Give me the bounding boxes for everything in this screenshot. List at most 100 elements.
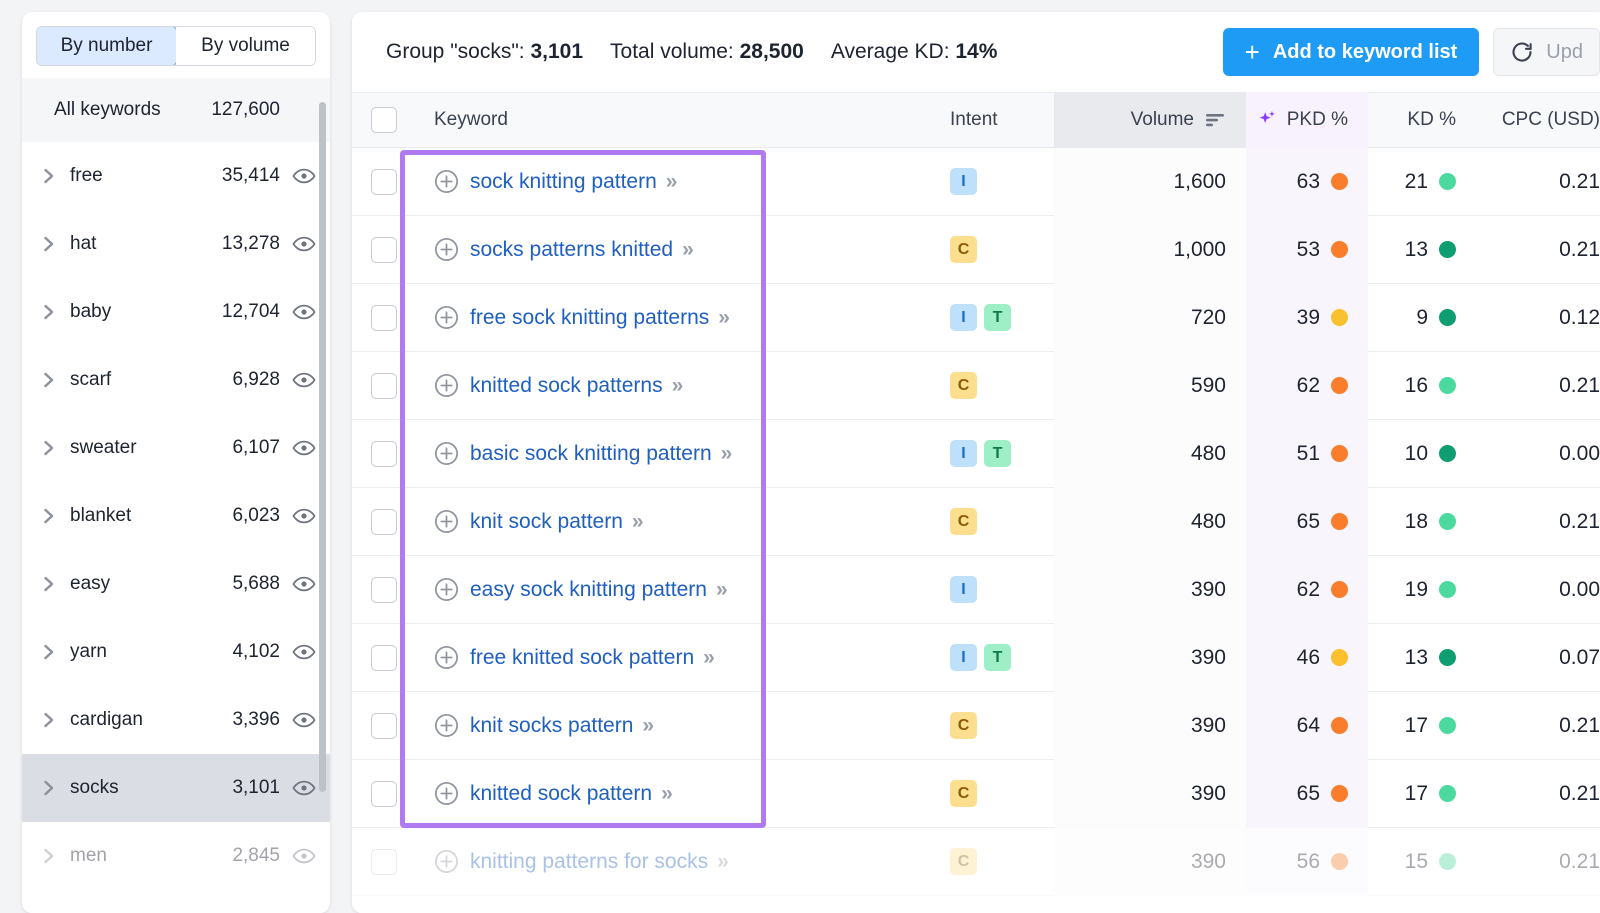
toggle-by-volume[interactable]: By volume <box>176 27 315 65</box>
row-checkbox[interactable] <box>371 576 397 603</box>
sidebar-item-baby[interactable]: baby 12,704 <box>22 278 330 346</box>
add-keyword-icon[interactable] <box>434 237 459 262</box>
sidebar-item-all-keywords[interactable]: All keywords 127,600 <box>22 78 330 142</box>
expand-keyword-icon[interactable]: » <box>721 442 733 466</box>
chevron-right-icon[interactable] <box>38 642 60 662</box>
keyword-link[interactable]: knit sock pattern <box>470 510 623 534</box>
add-keyword-icon[interactable] <box>434 169 459 194</box>
add-keyword-icon[interactable] <box>434 373 459 398</box>
intent-badge-c[interactable]: C <box>950 712 977 739</box>
toggle-by-number[interactable]: By number <box>37 27 177 65</box>
sidebar-item-sweater[interactable]: sweater 6,107 <box>22 414 330 482</box>
sidebar-item-free[interactable]: free 35,414 <box>22 142 330 210</box>
row-checkbox[interactable] <box>371 644 397 671</box>
table-row[interactable]: sock knitting pattern » I 1,600 63 21 0.21 <box>352 147 1600 216</box>
chevron-right-icon[interactable] <box>38 370 60 390</box>
row-checkbox[interactable] <box>371 780 397 807</box>
header-keyword[interactable]: Keyword <box>416 109 936 131</box>
add-keyword-icon[interactable] <box>434 713 459 738</box>
chevron-right-icon[interactable] <box>38 302 60 322</box>
intent-badge-t[interactable]: T <box>984 440 1011 467</box>
keyword-link[interactable]: free sock knitting patterns <box>470 306 709 330</box>
expand-keyword-icon[interactable]: » <box>718 306 730 330</box>
expand-keyword-icon[interactable]: » <box>632 510 644 534</box>
eye-icon[interactable] <box>292 167 316 185</box>
chevron-right-icon[interactable] <box>38 438 60 458</box>
keyword-link[interactable]: knitted sock patterns <box>470 374 663 398</box>
expand-keyword-icon[interactable]: » <box>666 170 678 194</box>
row-checkbox[interactable] <box>371 712 397 739</box>
keyword-link[interactable]: easy sock knitting pattern <box>470 578 707 602</box>
select-all-checkbox[interactable] <box>371 107 397 133</box>
expand-keyword-icon[interactable]: » <box>642 714 654 738</box>
eye-icon[interactable] <box>292 779 316 797</box>
eye-icon[interactable] <box>292 371 316 389</box>
expand-keyword-icon[interactable]: » <box>716 578 728 602</box>
table-row[interactable]: knit sock pattern » C 480 65 18 0.21 <box>352 487 1600 556</box>
row-checkbox[interactable] <box>371 440 397 467</box>
sort-descending-icon[interactable] <box>1204 112 1226 128</box>
add-keyword-icon[interactable] <box>434 849 459 874</box>
table-row[interactable]: knitted sock patterns » C 590 62 16 0.21 <box>352 351 1600 420</box>
sidebar-item-yarn[interactable]: yarn 4,102 <box>22 618 330 686</box>
table-row[interactable]: free sock knitting patterns » I T 720 39 9 0.12 <box>352 283 1600 352</box>
eye-icon[interactable] <box>292 235 316 253</box>
row-checkbox[interactable] <box>371 168 397 195</box>
chevron-right-icon[interactable] <box>38 574 60 594</box>
chevron-right-icon[interactable] <box>38 234 60 254</box>
keyword-link[interactable]: knit socks pattern <box>470 714 633 738</box>
keyword-link[interactable]: basic sock knitting pattern <box>470 442 712 466</box>
add-to-keyword-list-button[interactable]: + Add to keyword list <box>1222 28 1480 76</box>
add-keyword-icon[interactable] <box>434 577 459 602</box>
sidebar-item-cardigan[interactable]: cardigan 3,396 <box>22 686 330 754</box>
eye-icon[interactable] <box>292 847 316 865</box>
keyword-group-list[interactable]: All keywords 127,600 free 35,414 hat 13,278… <box>22 78 330 913</box>
intent-badge-c[interactable]: C <box>950 236 977 263</box>
expand-keyword-icon[interactable]: » <box>682 238 694 262</box>
keyword-link[interactable]: knitted sock pattern <box>470 782 652 806</box>
expand-keyword-icon[interactable]: » <box>703 646 715 670</box>
sidebar-item-blanket[interactable]: blanket 6,023 <box>22 482 330 550</box>
add-keyword-icon[interactable] <box>434 509 459 534</box>
chevron-right-icon[interactable] <box>38 846 60 866</box>
chevron-right-icon[interactable] <box>38 506 60 526</box>
chevron-right-icon[interactable] <box>38 778 60 798</box>
intent-badge-t[interactable]: T <box>984 644 1011 671</box>
header-kd[interactable]: KD % <box>1368 109 1476 131</box>
eye-icon[interactable] <box>292 711 316 729</box>
row-checkbox[interactable] <box>371 848 397 875</box>
table-row[interactable]: socks patterns knitted » C 1,000 53 13 0.21 <box>352 215 1600 284</box>
eye-icon[interactable] <box>292 643 316 661</box>
table-row[interactable]: basic sock knitting pattern » I T 480 51 10 0.0… <box>352 419 1600 488</box>
sidebar-item-scarf[interactable]: scarf 6,928 <box>22 346 330 414</box>
row-checkbox[interactable] <box>371 508 397 535</box>
sidebar-item-socks[interactable]: socks 3,101 <box>22 754 330 822</box>
intent-badge-i[interactable]: I <box>950 644 977 671</box>
keyword-link[interactable]: free knitted sock pattern <box>470 646 694 670</box>
add-keyword-icon[interactable] <box>434 305 459 330</box>
intent-badge-c[interactable]: C <box>950 780 977 807</box>
intent-badge-t[interactable]: T <box>984 304 1011 331</box>
header-cpc[interactable]: CPC (USD) <box>1476 109 1600 131</box>
chevron-right-icon[interactable] <box>38 166 60 186</box>
sidebar-scrollbar[interactable] <box>319 102 326 792</box>
eye-icon[interactable] <box>292 575 316 593</box>
add-keyword-icon[interactable] <box>434 441 459 466</box>
eye-icon[interactable] <box>292 439 316 457</box>
sidebar-item-hat[interactable]: hat 13,278 <box>22 210 330 278</box>
chevron-right-icon[interactable] <box>38 710 60 730</box>
intent-badge-i[interactable]: I <box>950 576 977 603</box>
keyword-link[interactable]: sock knitting pattern <box>470 170 657 194</box>
table-row[interactable]: knit socks pattern » C 390 64 17 0.21 <box>352 691 1600 760</box>
row-checkbox[interactable] <box>371 372 397 399</box>
keyword-link[interactable]: knitting patterns for socks <box>470 850 708 874</box>
table-row[interactable]: knitted sock pattern » C 390 65 17 0.21 <box>352 759 1600 828</box>
table-row[interactable]: knitting patterns for socks » C 390 56 15 0.21 <box>352 827 1600 896</box>
eye-icon[interactable] <box>292 303 316 321</box>
header-pkd[interactable]: PKD % <box>1246 92 1368 148</box>
add-keyword-icon[interactable] <box>434 645 459 670</box>
table-row[interactable]: free knitted sock pattern » I T 390 46 13 0.07 <box>352 623 1600 692</box>
add-keyword-icon[interactable] <box>434 781 459 806</box>
expand-keyword-icon[interactable]: » <box>661 782 673 806</box>
sidebar-item-men[interactable]: men 2,845 <box>22 822 330 890</box>
